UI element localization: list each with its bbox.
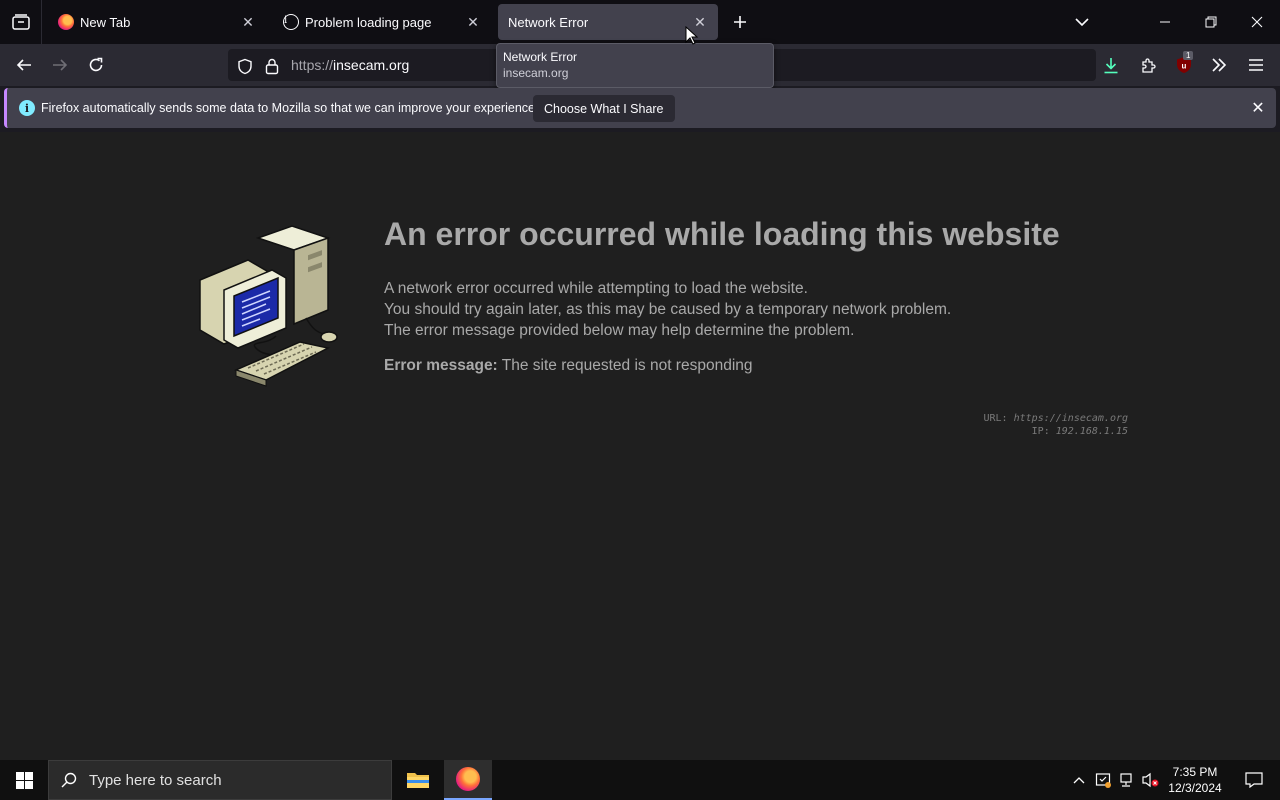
- ublock-origin-button[interactable]: u 1: [1168, 49, 1200, 81]
- hamburger-menu-icon: [1249, 59, 1263, 71]
- error-description-line: The error message provided below may hel…: [384, 322, 855, 339]
- overflow-menu-button[interactable]: [1203, 49, 1235, 81]
- tray-security-icon[interactable]: [1092, 760, 1114, 800]
- ip-label: IP:: [1031, 426, 1050, 437]
- arrow-left-icon: [16, 59, 31, 71]
- extension-badge: 1: [1183, 51, 1194, 60]
- tab-problem-loading[interactable]: i Problem loading page ✕: [273, 4, 491, 40]
- url-text[interactable]: https://insecam.org: [291, 57, 409, 73]
- svg-text:u: u: [1182, 62, 1187, 71]
- url-label: URL:: [983, 413, 1008, 424]
- computer-illustration: [199, 225, 338, 387]
- tray-volume-icon[interactable]: [1140, 760, 1162, 800]
- clock-date: 12/3/2024: [1168, 781, 1222, 795]
- folder-icon: [407, 773, 429, 788]
- tab-strip: New Tab ✕ i Problem loading page ✕ Netwo…: [0, 0, 1280, 44]
- tooltip-title: Network Error: [503, 50, 578, 64]
- new-tab-button[interactable]: [726, 8, 754, 36]
- tab-tooltip: Network Error insecam.org: [496, 43, 774, 88]
- ip-value: 192.168.1.15: [1055, 426, 1128, 437]
- notification-text: Firefox automatically sends some data to…: [41, 101, 539, 115]
- error-title: An error occurred while loading this web…: [384, 216, 1060, 252]
- chevron-up-icon: [1073, 777, 1085, 784]
- defender-icon: [1095, 773, 1111, 788]
- taskbar-search-box[interactable]: Type here to search: [48, 760, 392, 800]
- chevron-down-icon: [1075, 18, 1089, 27]
- error-message-label: Error message:: [384, 357, 498, 374]
- taskbar-clock[interactable]: 7:35 PM 12/3/2024: [1166, 764, 1224, 796]
- reload-button[interactable]: [80, 49, 112, 81]
- firefox-taskbar-button[interactable]: [444, 760, 492, 800]
- error-description-line: You should try again later, as this may …: [384, 301, 952, 318]
- tab-title: New Tab: [80, 14, 131, 30]
- tooltip-subtitle: insecam.org: [503, 66, 569, 80]
- choose-what-i-share-button[interactable]: Choose What I Share: [533, 95, 675, 122]
- firefox-view-icon: [11, 14, 30, 30]
- tab-new-tab[interactable]: New Tab ✕: [48, 4, 266, 40]
- error-description-line: A network error occurred while attemptin…: [384, 280, 808, 297]
- error-url-line: URL: https://insecam.org: [983, 412, 1128, 425]
- firefox-view-button[interactable]: [0, 0, 42, 44]
- tab-title: Problem loading page: [305, 14, 432, 30]
- search-icon: [49, 772, 89, 788]
- firefox-icon: [58, 14, 74, 30]
- restore-icon: [1205, 16, 1217, 28]
- network-icon: [1120, 773, 1132, 787]
- restore-button[interactable]: [1188, 0, 1234, 44]
- search-placeholder: Type here to search: [89, 771, 222, 789]
- close-icon[interactable]: ✕: [463, 12, 483, 32]
- info-icon: i: [283, 14, 299, 30]
- close-icon: [1251, 16, 1263, 28]
- downloads-button[interactable]: [1095, 49, 1127, 81]
- clock-time: 7:35 PM: [1172, 765, 1218, 779]
- file-explorer-taskbar-button[interactable]: [394, 760, 442, 800]
- show-hidden-icons-button[interactable]: [1068, 760, 1090, 800]
- tray-network-icon[interactable]: [1116, 760, 1138, 800]
- firefox-icon: [456, 767, 480, 791]
- volume-muted-icon: [1142, 772, 1159, 788]
- arrow-right-icon: [53, 59, 68, 71]
- tracking-protection-shield-icon[interactable]: [236, 57, 254, 75]
- data-collection-notification: i Firefox automatically sends some data …: [4, 88, 1276, 128]
- url-host: insecam.org: [333, 57, 410, 73]
- puzzle-icon: [1141, 57, 1156, 73]
- error-ip-line: IP: 192.168.1.15: [983, 425, 1128, 438]
- close-icon[interactable]: ✕: [1247, 97, 1269, 119]
- start-button[interactable]: [0, 760, 48, 800]
- tab-title: Network Error: [508, 14, 589, 30]
- double-chevron-right-icon: [1212, 58, 1227, 72]
- url-value: https://insecam.org: [1013, 413, 1128, 424]
- close-icon[interactable]: ✕: [238, 12, 258, 32]
- error-description: A network error occurred while attemptin…: [384, 278, 951, 341]
- windows-taskbar: Type here to search 7:35 PM 12/3/2024: [0, 760, 1280, 800]
- back-button[interactable]: [8, 49, 40, 81]
- forward-button[interactable]: [44, 49, 76, 81]
- lock-icon[interactable]: [263, 57, 281, 75]
- info-icon: i: [19, 100, 35, 116]
- windows-logo-icon: [15, 771, 33, 789]
- list-all-tabs-button[interactable]: [1068, 8, 1096, 36]
- reload-icon: [89, 57, 103, 72]
- app-menu-button[interactable]: [1240, 49, 1272, 81]
- notification-icon: [1245, 772, 1263, 788]
- error-message: Error message: The site requested is not…: [384, 357, 753, 375]
- mouse-cursor-icon: [685, 26, 699, 45]
- error-meta: URL: https://insecam.org IP: 192.168.1.1…: [983, 412, 1128, 438]
- download-icon: [1104, 57, 1118, 73]
- url-scheme: https://: [291, 57, 334, 73]
- minimize-icon: [1160, 21, 1170, 23]
- close-window-button[interactable]: [1234, 0, 1280, 44]
- minimize-button[interactable]: [1142, 0, 1188, 44]
- error-page: An error occurred while loading this web…: [0, 132, 1280, 760]
- plus-icon: [734, 16, 746, 28]
- action-center-button[interactable]: [1234, 760, 1274, 800]
- error-message-value: The site requested is not responding: [497, 357, 753, 374]
- extensions-button[interactable]: [1132, 49, 1164, 81]
